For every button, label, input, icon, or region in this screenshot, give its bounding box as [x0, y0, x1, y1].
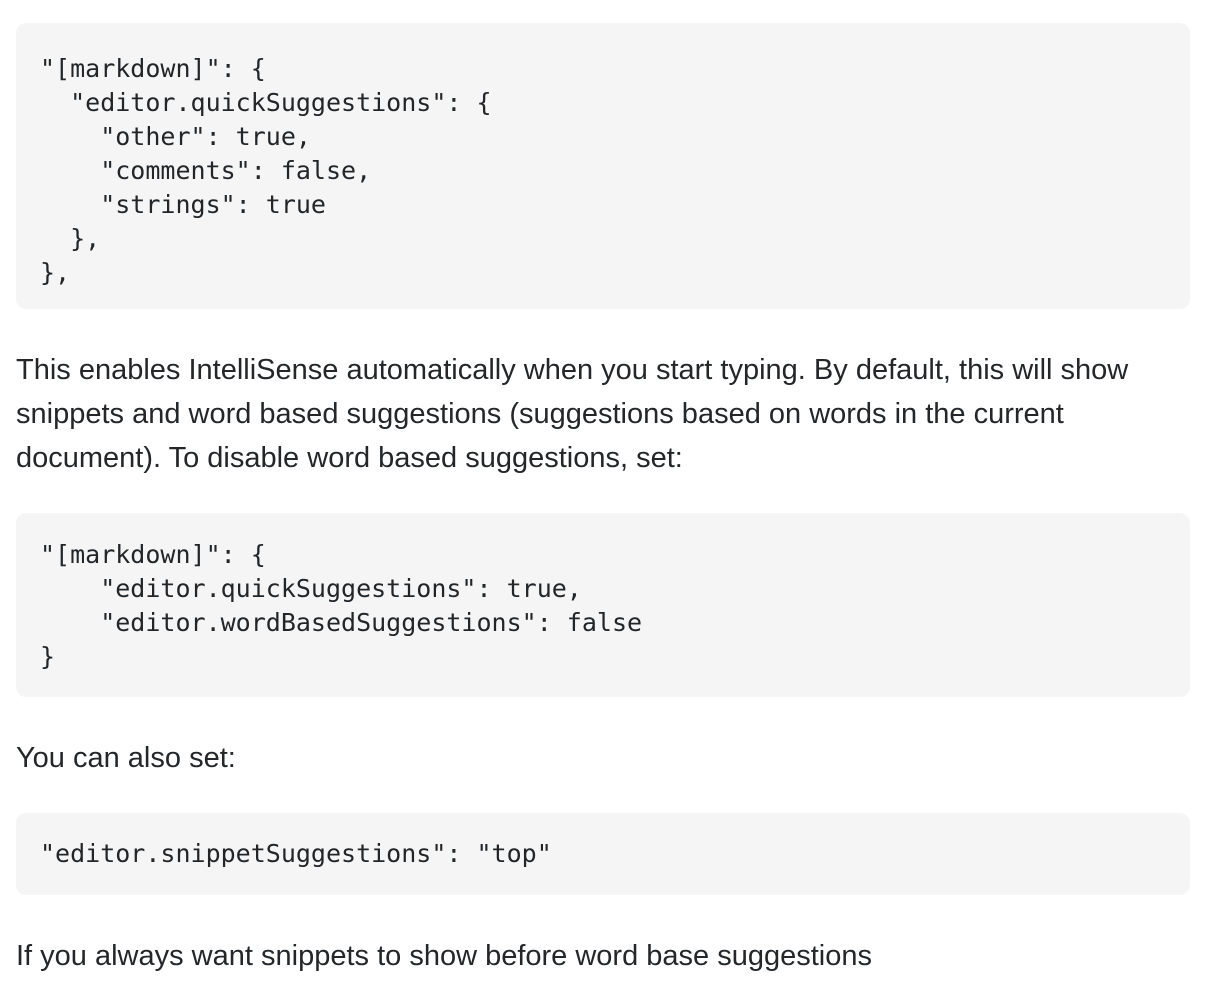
paragraph-snippets-before: If you always want snippets to show befo… — [16, 940, 872, 972]
paragraph-intellisense: This enables IntelliSense automatically … — [16, 354, 1129, 474]
code-text: "[markdown]": { "editor.quickSuggestions… — [40, 540, 643, 671]
code-block-quick-suggestions: "[markdown]": { "editor.quickSuggestions… — [16, 23, 1190, 309]
code-block-snippet-suggestions: "editor.snippetSuggestions": "top" — [16, 813, 1190, 895]
code-text: "editor.snippetSuggestions": "top" — [40, 839, 552, 868]
paragraph-also-set: You can also set: — [16, 742, 236, 774]
code-text: "[markdown]": { "editor.quickSuggestions… — [40, 54, 492, 287]
code-block-word-based: "[markdown]": { "editor.quickSuggestions… — [16, 513, 1190, 697]
